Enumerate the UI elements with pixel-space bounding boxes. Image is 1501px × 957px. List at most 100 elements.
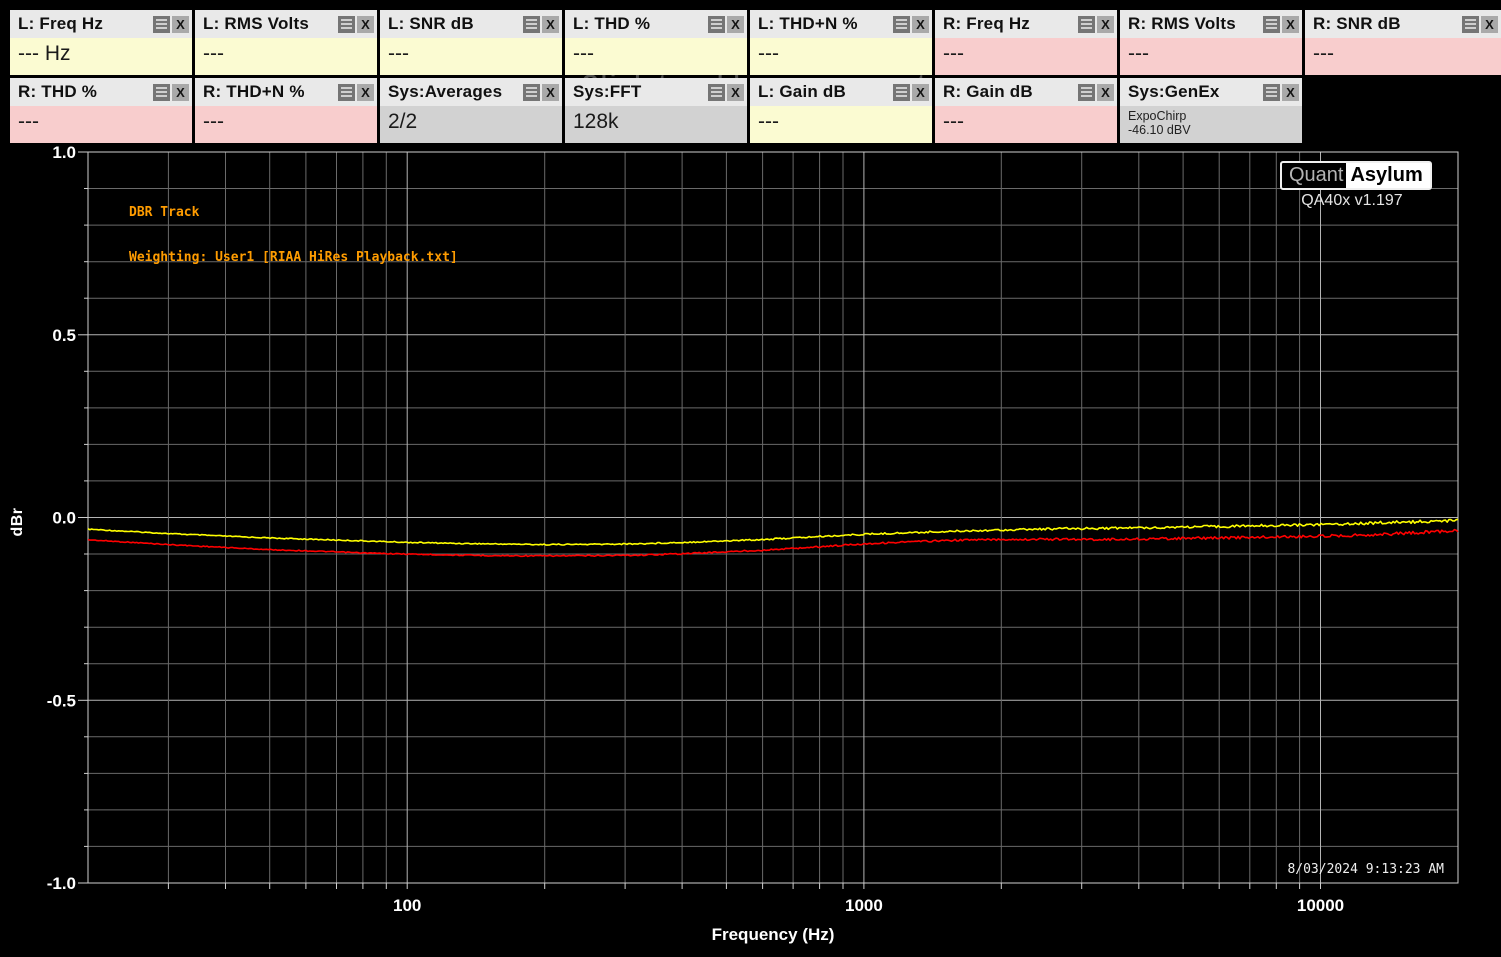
panel-title: Sys:GenEx — [1128, 82, 1220, 101]
panel-title: L: SNR dB — [388, 14, 474, 33]
annotation-line-1: DBR Track — [129, 205, 200, 220]
close-icon[interactable]: X — [727, 15, 744, 33]
panel-r-thd: R: THD % X --- — [10, 78, 192, 143]
panel-header[interactable]: Sys:FFT X — [565, 78, 747, 106]
panel-title: L: Gain dB — [758, 82, 846, 101]
panel-l-snr-db: L: SNR dB X --- — [380, 10, 562, 75]
menu-icon[interactable] — [893, 15, 910, 33]
panel-r-gain-db: R: Gain dB X --- — [935, 78, 1117, 143]
panel-header[interactable]: L: SNR dB X — [380, 10, 562, 38]
panel-header-icons: X — [1462, 15, 1501, 33]
panel-value: --- — [10, 106, 192, 143]
panel-header[interactable]: R: Gain dB X — [935, 78, 1117, 106]
close-icon[interactable]: X — [542, 15, 559, 33]
panel-value: 128k — [565, 106, 747, 143]
panel-header-icons: X — [893, 15, 932, 33]
close-icon[interactable]: X — [1282, 15, 1299, 33]
menu-icon[interactable] — [1078, 15, 1095, 33]
panel-header-icons: X — [338, 83, 377, 101]
close-icon[interactable]: X — [357, 15, 374, 33]
close-icon[interactable]: X — [357, 83, 374, 101]
svg-text:-0.5: -0.5 — [47, 691, 76, 710]
menu-icon[interactable] — [523, 83, 540, 101]
chart-annotation: DBR Track Weighting: User1 [RIAA HiRes P… — [129, 175, 458, 295]
panel-header[interactable]: L: Gain dB X — [750, 78, 932, 106]
panel-header-icons: X — [708, 83, 747, 101]
menu-icon[interactable] — [1263, 83, 1280, 101]
panel-value: --- — [750, 38, 932, 75]
panel-header-icons: X — [1078, 15, 1117, 33]
panel-sys-genex: Sys:GenEx X ExpoChirp -46.10 dBV — [1120, 78, 1302, 143]
menu-icon[interactable] — [338, 83, 355, 101]
panel-title: L: Freq Hz — [18, 14, 104, 33]
close-icon[interactable]: X — [1481, 15, 1498, 33]
panel-value: ExpoChirp -46.10 dBV — [1120, 106, 1302, 143]
menu-icon[interactable] — [893, 83, 910, 101]
panel-header[interactable]: L: THD % X — [565, 10, 747, 38]
panel-header[interactable]: L: THD+N % X — [750, 10, 932, 38]
close-icon[interactable]: X — [1097, 83, 1114, 101]
panel-l-thd-n: L: THD+N % X --- — [750, 10, 932, 75]
quantasylum-logo: Quant Asylum — [1280, 161, 1432, 190]
panel-header[interactable]: Sys:Averages X — [380, 78, 562, 106]
panel-r-thd-n: R: THD+N % X --- — [195, 78, 377, 143]
y-axis-title: dBr — [9, 507, 26, 537]
panel-r-rms-volts: R: RMS Volts X --- — [1120, 10, 1302, 75]
menu-icon[interactable] — [1462, 15, 1479, 33]
menu-icon[interactable] — [523, 15, 540, 33]
svg-text:100: 100 — [393, 896, 421, 915]
panel-title: R: Freq Hz — [943, 14, 1030, 33]
menu-icon[interactable] — [153, 83, 170, 101]
panel-l-rms-volts: L: RMS Volts X --- — [195, 10, 377, 75]
close-icon[interactable]: X — [172, 83, 189, 101]
close-icon[interactable]: X — [542, 83, 559, 101]
menu-icon[interactable] — [1263, 15, 1280, 33]
menu-icon[interactable] — [338, 15, 355, 33]
qa40x-app-window: Click to add measurement L: Freq HzX--- … — [0, 0, 1501, 957]
panel-sys-averages: Sys:Averages X 2/2 — [380, 78, 562, 143]
svg-text:1.0: 1.0 — [52, 143, 76, 162]
svg-text:-1.0: -1.0 — [47, 874, 76, 893]
panel-value: --- — [380, 38, 562, 75]
close-icon[interactable]: X — [912, 15, 929, 33]
panel-l-gain-db: L: Gain dB X --- — [750, 78, 932, 143]
panel-header-icons: X — [153, 83, 192, 101]
close-icon[interactable]: X — [727, 83, 744, 101]
panel-r-snr-db: R: SNR dB X --- — [1305, 10, 1501, 75]
svg-text:0.0: 0.0 — [52, 509, 76, 528]
panel-header[interactable]: R: RMS Volts X — [1120, 10, 1302, 38]
panel-value: --- Hz — [10, 38, 192, 75]
panel-title: R: Gain dB — [943, 82, 1033, 101]
panel-header[interactable]: R: THD % X — [10, 78, 192, 106]
menu-icon[interactable] — [708, 83, 725, 101]
panel-header[interactable]: L: Freq Hz X — [10, 10, 192, 38]
close-icon[interactable]: X — [912, 83, 929, 101]
panel-header[interactable]: L: RMS Volts X — [195, 10, 377, 38]
close-icon[interactable]: X — [172, 15, 189, 33]
panel-title: L: THD % — [573, 14, 651, 33]
menu-icon[interactable] — [153, 15, 170, 33]
panel-header-icons: X — [1263, 83, 1302, 101]
annotation-line-2: Weighting: User1 [RIAA HiRes Playback.tx… — [129, 250, 458, 265]
close-icon[interactable]: X — [1097, 15, 1114, 33]
panel-title: R: THD+N % — [203, 82, 305, 101]
logo-asylum-text: Asylum — [1346, 163, 1430, 188]
panel-sys-fft: Sys:FFT X 128k — [565, 78, 747, 143]
panel-header[interactable]: Sys:GenEx X — [1120, 78, 1302, 106]
panel-header[interactable]: R: THD+N % X — [195, 78, 377, 106]
panel-header-icons: X — [153, 15, 192, 33]
panel-header[interactable]: R: SNR dB X — [1305, 10, 1501, 38]
panel-l-freq-hz: L: Freq Hz X --- Hz — [10, 10, 192, 75]
series-right-trace — [87, 528, 1459, 558]
frequency-response-chart[interactable]: 1.0 0.5 0.0 -0.5 -1.0 100 1000 10000 — [0, 0, 1501, 957]
panel-r-freq-hz: R: Freq Hz X --- — [935, 10, 1117, 75]
panel-header-icons: X — [523, 15, 562, 33]
panel-value: --- — [750, 106, 932, 143]
logo-quant-text: Quant — [1289, 164, 1344, 186]
menu-icon[interactable] — [1078, 83, 1095, 101]
close-icon[interactable]: X — [1282, 83, 1299, 101]
panel-title: R: THD % — [18, 82, 98, 101]
panel-value: 2/2 — [380, 106, 562, 143]
panel-header[interactable]: R: Freq Hz X — [935, 10, 1117, 38]
menu-icon[interactable] — [708, 15, 725, 33]
